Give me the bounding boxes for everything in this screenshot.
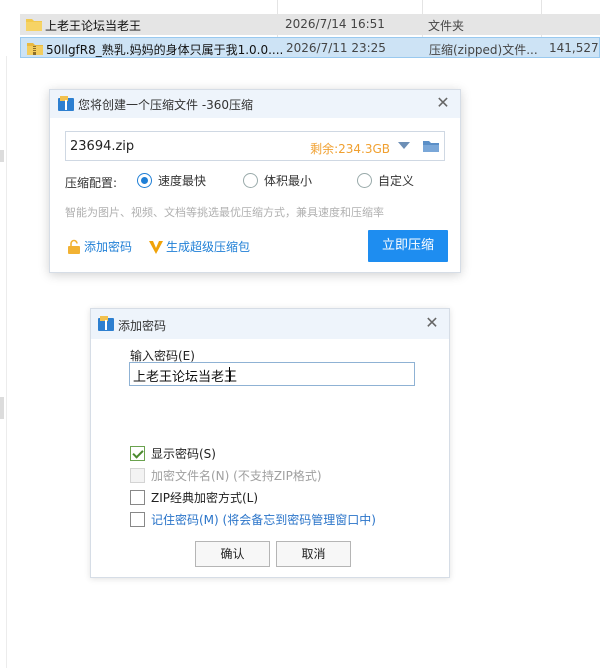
- checkbox-label: 显示密码(S): [151, 447, 216, 461]
- radio-label: 速度最快: [158, 174, 207, 188]
- password-field[interactable]: 上老王论坛当老王: [129, 362, 415, 386]
- dialog-titlebar[interactable]: 您将创建一个压缩文件 -360压缩 ✕: [50, 90, 460, 118]
- ok-button[interactable]: 确认: [195, 541, 270, 567]
- radio-label: 体积最小: [264, 174, 313, 188]
- output-filename: 23694.zip: [70, 139, 135, 154]
- add-password-dialog: 添加密码 ✕ 输入密码(E) 上老王论坛当老王 显示密码(S) 加密文件名(N)…: [90, 308, 450, 578]
- checkbox-box: [130, 468, 145, 483]
- file-type: 压缩(zipped)文件...: [429, 43, 538, 57]
- app-360-zip-icon: [98, 316, 114, 331]
- compress-hint: 智能为图片、视频、文档等挑选最优压缩方式，兼具速度和压缩率: [65, 206, 384, 219]
- file-size: 141,527: [549, 41, 599, 55]
- radio-dot[interactable]: [137, 173, 152, 188]
- file-name: 上老王论坛当老王: [45, 19, 142, 33]
- remember-password-checkbox[interactable]: 记住密码(M) (将会备忘到密码管理窗口中): [130, 511, 376, 528]
- file-date: 2026/7/11 23:25: [286, 41, 386, 55]
- checkbox-label: 加密文件名(N) (不支持ZIP格式): [151, 469, 322, 483]
- close-icon[interactable]: ✕: [434, 94, 452, 112]
- text-caret: [229, 367, 230, 382]
- file-name: 50llgfR8_熟乳.妈妈的身体只属于我1.0.0....: [46, 43, 284, 57]
- checkbox-label: 记住密码(M) (将会备忘到密码管理窗口中): [151, 513, 376, 527]
- chevron-down-icon[interactable]: [398, 142, 410, 149]
- dialog-title: 添加密码: [118, 319, 167, 333]
- add-password-label: 添加密码: [84, 240, 133, 254]
- dialog-title: 您将创建一个压缩文件 -360压缩: [78, 98, 254, 112]
- password-value: 上老王论坛当老王: [133, 370, 238, 385]
- checkbox-box[interactable]: [130, 490, 145, 505]
- free-space-label: 剩余:234.3GB: [310, 142, 390, 156]
- compress-now-button[interactable]: 立即压缩: [368, 230, 448, 262]
- vip-v-icon: [149, 240, 163, 254]
- show-password-checkbox[interactable]: 显示密码(S): [130, 445, 216, 462]
- zip-folder-icon: [27, 43, 43, 55]
- lock-icon: [68, 239, 80, 254]
- super-package-link[interactable]: 生成超级压缩包: [148, 238, 250, 255]
- checkbox-label: ZIP经典加密方式(L): [151, 491, 259, 505]
- screen: 上老王论坛当老王 2026/7/14 16:51 文件夹 50llgfR8_熟乳…: [0, 0, 600, 668]
- file-row-folder[interactable]: 上老王论坛当老王 2026/7/14 16:51 文件夹: [20, 14, 600, 35]
- checkbox-box[interactable]: [130, 446, 145, 461]
- radio-dot[interactable]: [243, 173, 258, 188]
- browse-folder-icon[interactable]: [422, 138, 440, 154]
- dialog-titlebar[interactable]: 添加密码 ✕: [91, 309, 449, 339]
- file-date: 2026/7/14 16:51: [285, 17, 385, 31]
- radio-custom[interactable]: 自定义: [357, 172, 414, 189]
- zip-classic-encryption-checkbox[interactable]: ZIP经典加密方式(L): [130, 489, 258, 506]
- app-360-zip-icon: [58, 96, 74, 111]
- radio-dot[interactable]: [357, 173, 372, 188]
- output-filename-field[interactable]: 23694.zip 剩余:234.3GB: [65, 131, 445, 161]
- file-type: 文件夹: [428, 19, 465, 33]
- close-icon[interactable]: ✕: [423, 314, 441, 332]
- folder-icon: [26, 19, 42, 31]
- scroll-mark: [0, 397, 4, 419]
- radio-label: 自定义: [378, 174, 415, 188]
- radio-fastest[interactable]: 速度最快: [137, 172, 206, 189]
- encrypt-filename-checkbox: 加密文件名(N) (不支持ZIP格式): [130, 467, 322, 484]
- super-package-label: 生成超级压缩包: [166, 240, 251, 254]
- radio-smallest[interactable]: 体积最小: [243, 172, 312, 189]
- pane-border: [6, 56, 7, 668]
- compress-dialog: 您将创建一个压缩文件 -360压缩 ✕ 23694.zip 剩余:234.3GB…: [49, 89, 461, 273]
- compress-config-label: 压缩配置:: [65, 176, 118, 190]
- cancel-button[interactable]: 取消: [276, 541, 351, 567]
- add-password-link[interactable]: 添加密码: [66, 238, 132, 255]
- scroll-mark: [0, 150, 4, 162]
- checkbox-box[interactable]: [130, 512, 145, 527]
- file-row-zip[interactable]: 50llgfR8_熟乳.妈妈的身体只属于我1.0.0.... 2026/7/11…: [20, 37, 600, 58]
